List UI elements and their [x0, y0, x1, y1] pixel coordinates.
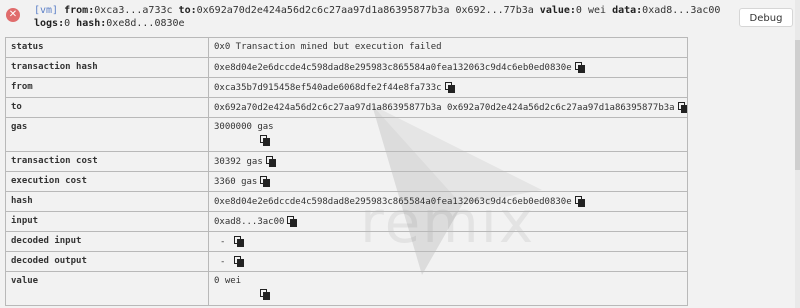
decoded-output-key: decoded output [5, 251, 209, 272]
transaction-hash-key: transaction hash [5, 57, 209, 78]
execution-cost-text: 3360 gas [214, 177, 258, 187]
transaction-log-panel: remix ✕ [vm] from:0xca3...a733c to:0x692… [0, 0, 800, 308]
transaction-summary[interactable]: [vm] from:0xca3...a733c to:0x692a70d2e42… [34, 4, 720, 30]
hash-key: hash [5, 191, 209, 212]
copy-icon[interactable] [260, 289, 270, 300]
table-row-decoded-output: decoded output - [5, 251, 688, 272]
gas-value: 3000000 gas [208, 117, 688, 152]
to-key: to [5, 97, 209, 118]
value-row-value: 0 wei [208, 271, 688, 306]
copy-icon[interactable] [444, 82, 455, 93]
input-key: input [5, 211, 209, 232]
data-label: data: [612, 5, 643, 16]
decoded-input-key: decoded input [5, 231, 209, 252]
transaction-summary-header[interactable]: ✕ [vm] from:0xca3...a733c to:0x692a70d2e… [0, 0, 800, 34]
scrollbar-thumb[interactable] [795, 40, 800, 170]
status-text: 0x0 Transaction mined but execution fail… [214, 42, 442, 52]
transaction-hash-text: 0xe8d04e2e6dccde4c598dad8e295983c865584a… [214, 63, 572, 73]
to-label: to: [178, 5, 197, 16]
copy-icon[interactable] [287, 216, 298, 227]
transaction-cost-text: 30392 gas [214, 157, 263, 167]
to-value: 0x692a70d2e424a56d2c6c27aa97d1a86395877b… [196, 5, 534, 16]
copy-icon[interactable] [260, 176, 271, 187]
value-value: 0 wei [575, 5, 607, 16]
transaction-details-table: status 0x0 Transaction mined but executi… [5, 37, 688, 306]
table-row-from: from 0xca35b7d915458ef540ade6068dfe2f44e… [5, 77, 688, 98]
copy-icon[interactable] [234, 256, 245, 267]
data-value: 0xad8...3ac00 [642, 5, 721, 16]
value-label: value: [539, 5, 576, 16]
value-text: 0 wei [214, 276, 242, 286]
execution-cost-value: 3360 gas [208, 171, 688, 192]
table-row-gas: gas 3000000 gas [5, 117, 688, 152]
copy-icon[interactable] [265, 156, 276, 167]
table-row-hash: hash 0xe8d04e2e6dccde4c598dad8e295983c86… [5, 191, 688, 212]
hash-text: 0xe8d04e2e6dccde4c598dad8e295983c865584a… [214, 197, 572, 207]
copy-icon[interactable] [677, 102, 687, 113]
table-row-value: value 0 wei [5, 271, 688, 306]
execution-cost-key: execution cost [5, 171, 209, 192]
vertical-scrollbar[interactable] [795, 0, 800, 308]
table-row-transaction-cost: transaction cost 30392 gas [5, 151, 688, 172]
table-row-decoded-input: decoded input - [5, 231, 688, 252]
status-key: status [5, 37, 209, 58]
vm-tag: [vm] [34, 5, 59, 16]
table-row-transaction-hash: transaction hash 0xe8d04e2e6dccde4c598da… [5, 57, 688, 78]
from-row-value: 0xca35b7d915458ef540ade6068dfe2f44e8fa73… [208, 77, 688, 98]
copy-icon[interactable] [574, 196, 585, 207]
table-row-input: input 0xad8...3ac00 [5, 211, 688, 232]
gas-text: 3000000 gas [214, 122, 274, 132]
table-row-to: to 0x692a70d2e424a56d2c6c27aa97d1a863958… [5, 97, 688, 118]
transaction-cost-value: 30392 gas [208, 151, 688, 172]
hash-label: hash: [76, 18, 107, 29]
copy-icon[interactable] [260, 135, 270, 146]
logs-value: 0 [64, 18, 71, 29]
decoded-output-value: - [208, 251, 688, 272]
input-value: 0xad8...3ac00 [208, 211, 688, 232]
table-row-status: status 0x0 Transaction mined but executi… [5, 37, 688, 58]
transaction-cost-key: transaction cost [5, 151, 209, 172]
transaction-hash-value: 0xe8d04e2e6dccde4c598dad8e295983c865584a… [208, 57, 688, 78]
from-label: from: [64, 5, 95, 16]
from-text: 0xca35b7d915458ef540ade6068dfe2f44e8fa73… [214, 83, 442, 93]
value-key: value [5, 271, 209, 306]
gas-key: gas [5, 117, 209, 152]
to-text: 0x692a70d2e424a56d2c6c27aa97d1a86395877b… [214, 103, 675, 113]
logs-label: logs: [34, 18, 65, 29]
hash-row-value: 0xe8d04e2e6dccde4c598dad8e295983c865584a… [208, 191, 688, 212]
from-key: from [5, 77, 209, 98]
status-value: 0x0 Transaction mined but execution fail… [208, 37, 688, 58]
error-x-icon: ✕ [6, 8, 20, 22]
input-text: 0xad8...3ac00 [214, 217, 285, 227]
copy-icon[interactable] [574, 62, 585, 73]
copy-icon[interactable] [234, 236, 245, 247]
table-row-execution-cost: execution cost 3360 gas [5, 171, 688, 192]
hash-value: 0xe8d...0830e [106, 18, 185, 29]
debug-button[interactable]: Debug [739, 8, 793, 27]
decoded-input-text: - [220, 237, 226, 247]
decoded-input-value: - [208, 231, 688, 252]
from-value: 0xca3...a733c [94, 5, 173, 16]
to-row-value: 0x692a70d2e424a56d2c6c27aa97d1a86395877b… [208, 97, 688, 118]
decoded-output-text: - [220, 257, 226, 267]
